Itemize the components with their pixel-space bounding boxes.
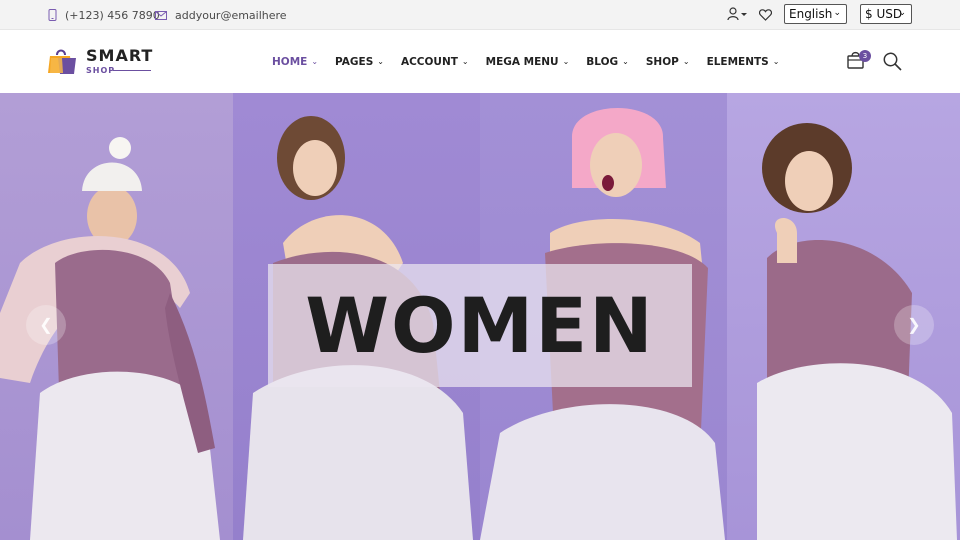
chevron-left-icon: ❮	[39, 317, 53, 334]
user-icon	[727, 7, 747, 21]
language-select[interactable]: English ⌄	[784, 4, 847, 24]
chevron-down-icon: ⌄	[833, 8, 841, 18]
chevron-down-icon: ⌄	[772, 57, 780, 66]
phone-number: (+123) 456 7890	[65, 8, 160, 22]
slider-next-button[interactable]: ❯	[894, 305, 934, 345]
contact-email[interactable]: addyour@emailhere	[155, 0, 287, 30]
search-icon	[883, 52, 902, 71]
nav-pages[interactable]: PAGES ⌄	[335, 56, 384, 68]
nav-elements[interactable]: ELEMENTS ⌄	[707, 56, 780, 68]
nav-blog-label: BLOG	[586, 55, 619, 68]
hero-caption-box: WOMEN	[268, 264, 692, 387]
shopping-bag-logo-icon[interactable]	[48, 46, 78, 81]
chevron-down-icon: ⌄	[562, 57, 570, 66]
heart-icon	[758, 9, 773, 21]
mail-icon	[155, 10, 167, 20]
main-header: SMART SHOP HOME ⌄ PAGES ⌄ ACCOUNT ⌄ MEGA ME…	[0, 30, 960, 93]
cart-count-badge: 3	[859, 50, 871, 62]
currency-select[interactable]: $ USD ⌄	[860, 4, 912, 24]
nav-account-label: ACCOUNT	[400, 55, 458, 68]
chevron-right-icon: ❯	[907, 317, 921, 334]
nav-home[interactable]: HOME ⌄	[272, 56, 318, 68]
hero-title: WOMEN	[305, 281, 655, 370]
chevron-down-icon: ⌄	[311, 57, 319, 66]
chevron-down-icon: ⌄	[682, 57, 690, 66]
nav-account[interactable]: ACCOUNT ⌄	[401, 56, 469, 68]
top-bar: (+123) 456 7890 addyour@emailhere Englis…	[0, 0, 960, 30]
chevron-down-icon: ⌄	[377, 57, 384, 66]
chevron-down-icon: ⌄	[622, 57, 629, 66]
nav-mega-menu-label: MEGA MENU	[485, 55, 559, 68]
slider-prev-button[interactable]: ❮	[26, 305, 66, 345]
wishlist-button[interactable]	[758, 8, 773, 26]
account-dropdown[interactable]	[727, 7, 749, 26]
contact-phone[interactable]: (+123) 456 7890	[48, 0, 160, 30]
phone-icon	[48, 9, 57, 21]
nav-mega-menu[interactable]: MEGA MENU ⌄	[486, 56, 570, 68]
logo-underline	[113, 70, 151, 71]
main-nav: HOME ⌄ PAGES ⌄ ACCOUNT ⌄ MEGA MENU ⌄ BLOG ⌄ S…	[272, 30, 796, 93]
currency-value: $ USD	[865, 7, 903, 21]
chevron-down-icon: ⌄	[898, 8, 906, 18]
nav-pages-label: PAGES	[335, 55, 374, 68]
nav-blog[interactable]: BLOG ⌄	[586, 56, 629, 68]
hero-slider: WOMEN ❮ ❯	[0, 93, 960, 540]
language-value: English	[789, 7, 833, 21]
chevron-down-icon: ⌄	[461, 57, 469, 66]
nav-shop[interactable]: SHOP ⌄	[646, 56, 690, 68]
nav-elements-label: ELEMENTS	[706, 55, 769, 68]
brand-name: SMART	[86, 46, 154, 65]
nav-home-label: HOME	[272, 55, 308, 68]
search-button[interactable]	[883, 52, 902, 76]
email-address: addyour@emailhere	[175, 8, 287, 22]
nav-shop-label: SHOP	[645, 55, 679, 68]
